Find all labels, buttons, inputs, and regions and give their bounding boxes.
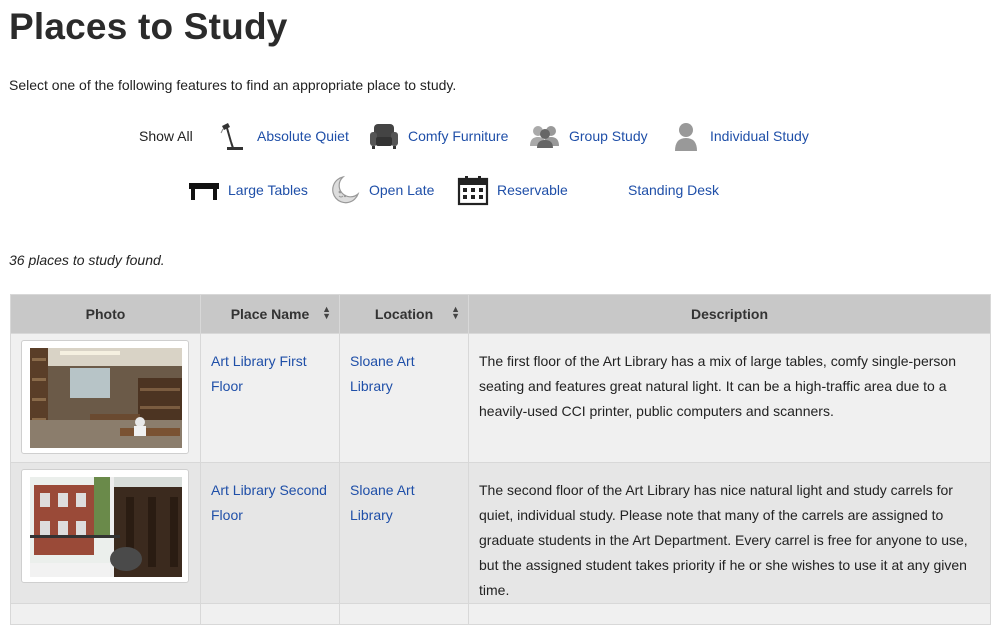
table-row: Art Library Second Floor Sloane Art Libr…: [10, 462, 991, 604]
table-icon: [188, 174, 220, 206]
table-row: Art Library First Floor Sloane Art Libra…: [10, 333, 991, 463]
filter-comfy-furniture[interactable]: Comfy Furniture: [368, 120, 508, 152]
column-header-photo: Photo: [10, 294, 201, 334]
filter-label: Large Tables: [228, 182, 308, 198]
results-count: 36 places to study found.: [9, 252, 165, 268]
filter-label: Individual Study: [710, 128, 809, 144]
column-header-description: Description: [468, 294, 991, 334]
filter-large-tables[interactable]: Large Tables: [188, 174, 308, 206]
table-row: [10, 603, 991, 625]
table-header-row: Photo Place Name ▲ ▼ Location ▲ ▼ Descript…: [10, 294, 991, 334]
page-title: Places to Study: [9, 6, 288, 47]
filter-absolute-quiet[interactable]: Absolute Quiet: [216, 120, 349, 152]
filter-group-study[interactable]: Group Study: [529, 120, 648, 152]
photo-cell: [10, 333, 201, 463]
place-name-link[interactable]: Art Library Second Floor: [211, 478, 329, 528]
places-table: Photo Place Name ▲ ▼ Location ▲ ▼ Descript…: [10, 294, 991, 625]
place-name-cell: Art Library First Floor: [200, 333, 340, 463]
moon-icon: [329, 174, 361, 206]
filter-label: Group Study: [569, 128, 648, 144]
place-name-cell: Art Library Second Floor: [200, 462, 340, 604]
place-photo[interactable]: [21, 340, 189, 454]
sort-icon[interactable]: ▲ ▼: [322, 305, 331, 321]
filter-show-all[interactable]: Show All: [139, 128, 193, 144]
photo-cell: [10, 462, 201, 604]
column-header-location[interactable]: Location ▲ ▼: [339, 294, 469, 334]
column-header-place-name[interactable]: Place Name ▲ ▼: [200, 294, 340, 334]
filter-label: Open Late: [369, 182, 435, 198]
calendar-icon: [457, 174, 489, 206]
filter-label: Show All: [139, 128, 193, 144]
description-cell: The first floor of the Art Library has a…: [468, 333, 991, 463]
person-icon: [670, 120, 702, 152]
sort-icon[interactable]: ▲ ▼: [451, 305, 460, 321]
description-text: The first floor of the Art Library has a…: [479, 353, 956, 419]
filter-label: Standing Desk: [628, 182, 720, 198]
filter-open-late[interactable]: Open Late: [329, 174, 434, 206]
location-cell: Sloane Art Library: [339, 333, 469, 463]
description-cell: The second floor of the Art Library has …: [468, 462, 991, 604]
group-icon: [529, 120, 561, 152]
place-photo[interactable]: [21, 469, 189, 583]
location-link[interactable]: Sloane Art Library: [350, 478, 458, 528]
filter-individual-study[interactable]: Individual Study: [670, 120, 809, 152]
armchair-icon: [368, 120, 400, 152]
desk-lamp-icon: [216, 120, 248, 152]
intro-text: Select one of the following features to …: [9, 77, 457, 93]
place-name-link[interactable]: Art Library First Floor: [211, 349, 329, 399]
filter-label: Reservable: [497, 182, 568, 198]
location-link[interactable]: Sloane Art Library: [350, 349, 458, 399]
filter-standing-desk[interactable]: Standing Desk: [628, 182, 719, 198]
description-text: The second floor of the Art Library has …: [479, 482, 968, 598]
location-cell: Sloane Art Library: [339, 462, 469, 604]
filter-label: Comfy Furniture: [408, 128, 509, 144]
filter-reservable[interactable]: Reservable: [457, 174, 568, 206]
filter-label: Absolute Quiet: [257, 128, 349, 144]
